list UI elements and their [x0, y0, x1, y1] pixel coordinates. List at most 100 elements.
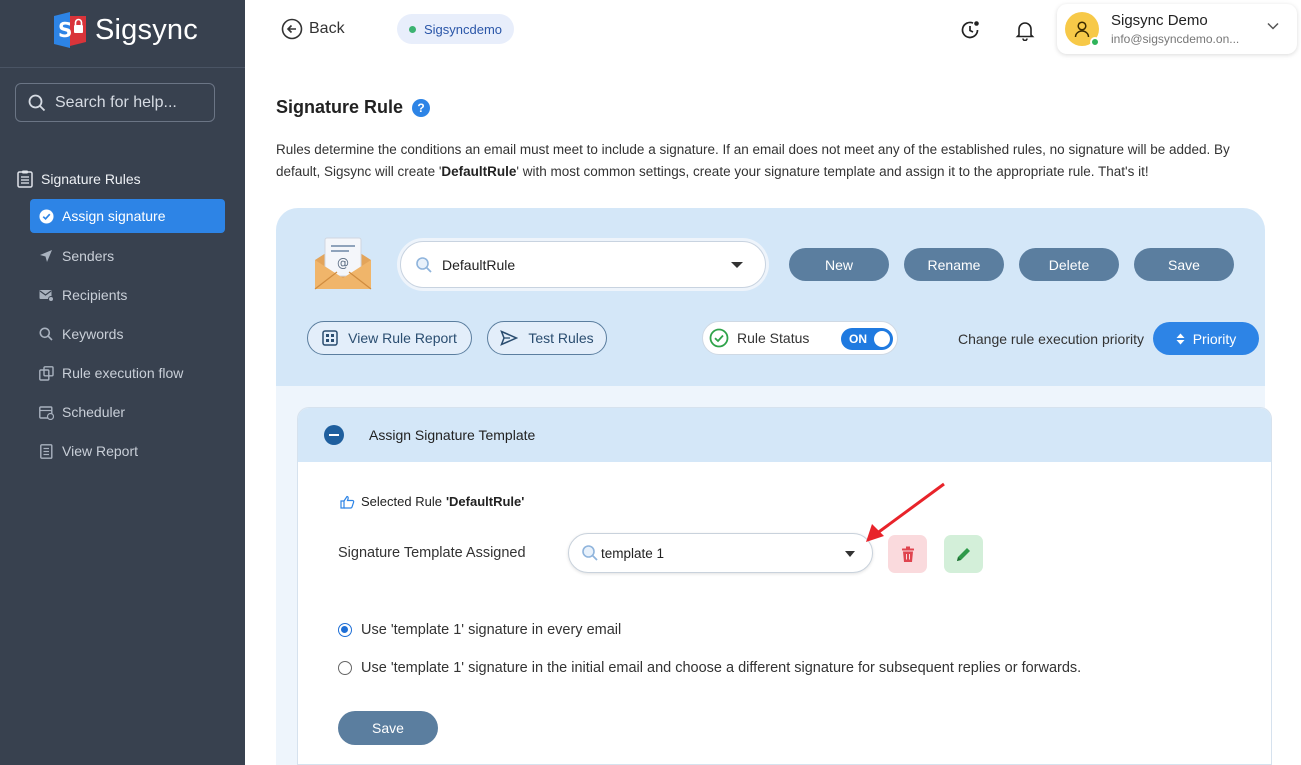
default-rule-name: DefaultRule: [441, 164, 517, 179]
tenant-name: Sigsyncdemo: [424, 21, 503, 37]
page-title-text: Signature Rule: [276, 97, 404, 117]
sidebar-group-label: Signature Rules: [41, 171, 141, 187]
new-rule-button[interactable]: New: [789, 248, 889, 281]
recipients-icon: [38, 287, 54, 303]
collapse-icon[interactable]: [324, 425, 344, 445]
help-search-input[interactable]: Search for help...: [15, 83, 215, 122]
report-icon: [38, 443, 54, 459]
sidebar-item-label: Keywords: [62, 326, 124, 342]
sidebar-item-assign-signature[interactable]: Assign signature: [30, 199, 225, 233]
rule-status-label: Rule Status: [737, 330, 810, 346]
sidebar: S Sigsync Search for help... Signature R…: [0, 0, 245, 765]
divider: [0, 67, 245, 68]
page-title: Signature Rule ?: [276, 97, 431, 118]
annotation-arrow: [866, 482, 945, 542]
assign-section-header[interactable]: Assign Signature Template: [298, 408, 1271, 462]
clipboard-list-icon: [17, 170, 33, 188]
rule-status-toggle[interactable]: ON: [841, 328, 893, 350]
rule-select[interactable]: DefaultRule: [400, 241, 766, 288]
template-select[interactable]: template 1: [568, 533, 873, 573]
sidebar-item-label: View Report: [62, 443, 139, 459]
user-email: info@sigsyncdemo.on...: [1111, 31, 1240, 46]
sidebar-item-view-report[interactable]: View Report: [30, 434, 225, 468]
back-label: Back: [309, 20, 345, 37]
option-initial-email-label: Use 'template 1' signature in the initia…: [361, 660, 1082, 676]
search-icon: [28, 94, 46, 111]
template-select-value: template 1: [601, 545, 665, 561]
toggle-state: ON: [849, 332, 867, 346]
selected-rule-name: 'DefaultRule': [445, 494, 525, 509]
user-name: Sigsync Demo: [1111, 11, 1208, 29]
email-envelope-icon: @: [312, 236, 374, 292]
send-icon: [38, 248, 54, 264]
app-logo[interactable]: S Sigsync: [50, 12, 198, 48]
description-text: ' with most common settings, create your…: [516, 164, 1149, 179]
svg-text:@: @: [337, 256, 349, 270]
sigsync-logo-icon: S: [50, 12, 90, 48]
send-icon: [500, 330, 519, 346]
arrow-left-circle-icon: [281, 18, 303, 40]
calendar-icon: [38, 404, 54, 420]
sidebar-item-label: Recipients: [62, 287, 128, 303]
save-assignment-button[interactable]: Save: [338, 711, 438, 745]
test-rules-label: Test Rules: [528, 330, 594, 346]
view-rule-report-button[interactable]: View Rule Report: [307, 321, 472, 355]
user-icon: [1074, 21, 1090, 38]
rule-status: Rule Status ON: [702, 321, 898, 355]
status-dot: [409, 25, 416, 33]
assign-signature-card: Assign Signature Template: [297, 407, 1272, 765]
assign-section-title: Assign Signature Template: [369, 427, 536, 443]
user-menu[interactable]: Sigsync Demo info@sigsyncdemo.on...: [1057, 4, 1297, 54]
history-icon[interactable]: [959, 19, 981, 41]
back-button[interactable]: Back: [281, 18, 345, 40]
search-placeholder: Search for help...: [55, 93, 177, 111]
sidebar-item-label: Senders: [62, 248, 115, 264]
trash-icon: [901, 546, 914, 562]
selected-rule: Selected Rule 'DefaultRule': [340, 494, 524, 509]
option-every-email[interactable]: Use 'template 1' signature in every emai…: [338, 622, 621, 638]
sidebar-item-keywords[interactable]: Keywords: [30, 317, 225, 351]
app-name: Sigsync: [95, 13, 198, 46]
chevron-down-icon: [1267, 22, 1279, 30]
sidebar-item-scheduler[interactable]: Scheduler: [30, 395, 225, 429]
search-icon: [38, 326, 54, 342]
online-status-dot: [1090, 37, 1100, 47]
delete-rule-button[interactable]: Delete: [1019, 248, 1119, 281]
priority-label: Change rule execution priority: [958, 331, 1144, 347]
caret-down-icon: [731, 262, 743, 268]
radio-selected[interactable]: [338, 623, 352, 637]
radio-unselected[interactable]: [338, 661, 352, 675]
sidebar-item-recipients[interactable]: Recipients: [30, 278, 225, 312]
check-circle-icon: [38, 208, 54, 224]
sidebar-item-label: Assign signature: [62, 208, 166, 224]
rule-select-value: DefaultRule: [442, 256, 516, 273]
help-icon[interactable]: ?: [412, 98, 431, 117]
option-initial-email[interactable]: Use 'template 1' signature in the initia…: [338, 660, 1081, 676]
search-icon: [416, 256, 432, 273]
tenant-badge[interactable]: Sigsyncdemo: [397, 14, 515, 44]
view-rule-report-label: View Rule Report: [348, 330, 457, 346]
sidebar-group-signature-rules[interactable]: Signature Rules: [17, 168, 141, 190]
svg-text:S: S: [58, 18, 72, 42]
grid-icon: [322, 330, 338, 346]
search-icon: [582, 545, 598, 561]
flow-icon: [38, 365, 54, 381]
bell-icon[interactable]: [1014, 19, 1036, 42]
sidebar-item-senders[interactable]: Senders: [30, 239, 225, 273]
rename-rule-button[interactable]: Rename: [904, 248, 1004, 281]
avatar: [1065, 12, 1100, 47]
check-circle-icon: [709, 328, 729, 348]
template-assigned-label: Signature Template Assigned: [338, 545, 526, 561]
toggle-knob: [874, 331, 890, 347]
sidebar-item-rule-execution-flow[interactable]: Rule execution flow: [30, 356, 225, 390]
selected-rule-prefix: Selected Rule: [361, 494, 442, 509]
save-rule-button[interactable]: Save: [1134, 248, 1234, 281]
caret-down-icon: [845, 551, 855, 557]
sidebar-item-label: Scheduler: [62, 404, 126, 420]
thumbs-up-icon: [340, 495, 355, 509]
sidebar-item-label: Rule execution flow: [62, 365, 184, 381]
page-description: Rules determine the conditions an email …: [276, 139, 1276, 183]
test-rules-button[interactable]: Test Rules: [487, 321, 607, 355]
priority-button-label: Priority: [1192, 330, 1237, 347]
priority-button[interactable]: Priority: [1153, 322, 1259, 355]
